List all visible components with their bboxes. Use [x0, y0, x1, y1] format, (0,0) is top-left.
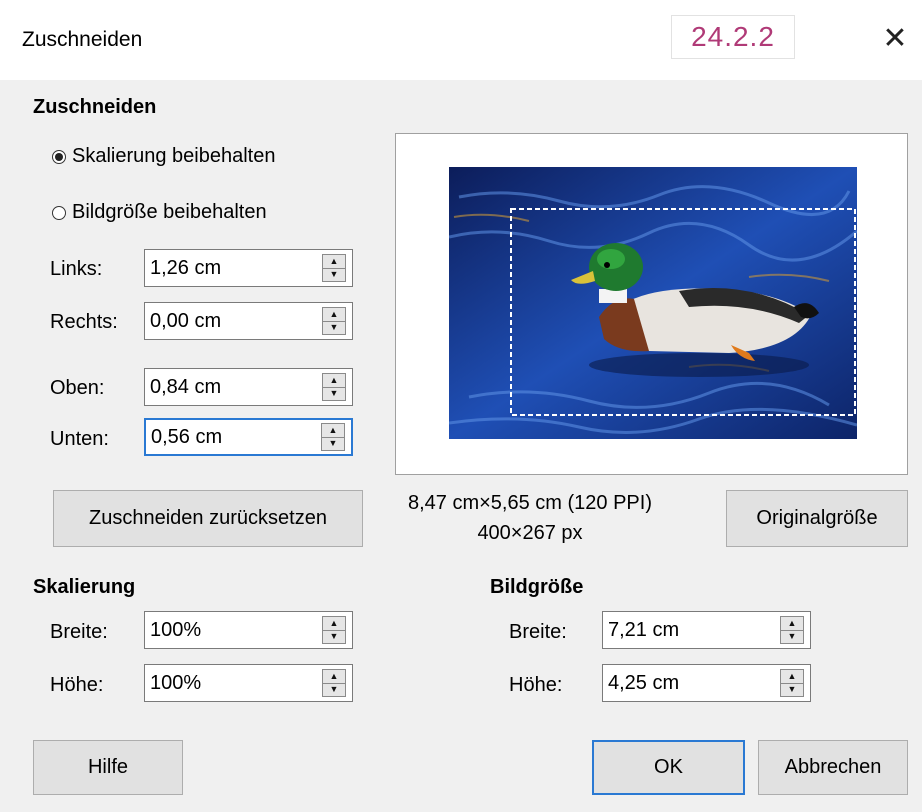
keep-size-radio[interactable]: Bildgröße beibehalten [52, 201, 267, 224]
spin-down-icon[interactable]: ▼ [323, 320, 345, 335]
scale-height-spin-arrows[interactable]: ▲ ▼ [322, 669, 346, 697]
image-dimensions: 8,47 cm×5,65 cm (120 PPI) [407, 492, 652, 514]
left-label: Links: [50, 258, 103, 280]
spin-up-icon[interactable]: ▲ [323, 308, 345, 321]
spin-up-icon[interactable]: ▲ [781, 617, 803, 630]
spin-up-icon[interactable]: ▲ [323, 374, 345, 387]
keep-size-label: Bildgröße beibehalten [72, 201, 267, 223]
top-spin-arrows[interactable]: ▲ ▼ [322, 373, 346, 401]
left-value: 1,26 cm [150, 256, 222, 279]
top-label: Oben: [50, 377, 105, 399]
size-height-label: Höhe: [509, 674, 563, 696]
spin-down-icon[interactable]: ▼ [781, 629, 803, 644]
scale-height-spinbox[interactable]: 100% ▲ ▼ [144, 664, 353, 702]
crop-heading: Zuschneiden [33, 96, 157, 118]
cancel-button[interactable]: Abbrechen [758, 740, 908, 795]
duck-photo [449, 167, 857, 439]
left-spin-arrows[interactable]: ▲ ▼ [322, 254, 346, 282]
spin-up-icon[interactable]: ▲ [323, 617, 345, 630]
scale-width-spinbox[interactable]: 100% ▲ ▼ [144, 611, 353, 649]
right-label: Rechts: [50, 311, 118, 333]
version-badge: 24.2.2 [671, 15, 795, 59]
size-width-spin-arrows[interactable]: ▲ ▼ [780, 616, 804, 644]
spin-down-icon[interactable]: ▼ [323, 386, 345, 401]
keep-scale-label: Skalierung beibehalten [72, 145, 276, 167]
keep-scale-radio[interactable]: Skalierung beibehalten [52, 145, 276, 168]
spin-down-icon[interactable]: ▼ [781, 682, 803, 697]
spin-up-icon[interactable]: ▲ [781, 670, 803, 683]
right-value: 0,00 cm [150, 309, 222, 332]
bottom-label: Unten: [50, 428, 109, 450]
spin-down-icon[interactable]: ▼ [323, 682, 345, 697]
radio-checked-icon [52, 149, 66, 164]
scale-width-label: Breite: [50, 621, 108, 643]
image-pixels: 400×267 px [477, 522, 583, 544]
size-width-label: Breite: [509, 621, 567, 643]
spin-down-icon[interactable]: ▼ [323, 267, 345, 282]
size-width-value: 7,21 cm [608, 618, 680, 641]
scale-height-label: Höhe: [50, 674, 104, 696]
scale-width-spin-arrows[interactable]: ▲ ▼ [322, 616, 346, 644]
size-height-spinbox[interactable]: 4,25 cm ▲ ▼ [602, 664, 811, 702]
window-title: Zuschneiden [22, 28, 143, 51]
reset-crop-button[interactable]: Zuschneiden zurücksetzen [53, 490, 363, 547]
title-bar: Zuschneiden 24.2.2 ✕ [0, 0, 922, 80]
help-button[interactable]: Hilfe [33, 740, 183, 795]
top-value: 0,84 cm [150, 375, 222, 398]
bottom-spinbox[interactable]: 0,56 cm ▲ ▼ [144, 418, 353, 456]
close-icon[interactable]: ✕ [868, 18, 922, 62]
image-size-heading: Bildgröße [490, 576, 584, 598]
original-size-button[interactable]: Originalgröße [726, 490, 908, 547]
image-preview [395, 133, 908, 475]
spin-up-icon[interactable]: ▲ [322, 424, 344, 437]
spin-up-icon[interactable]: ▲ [323, 670, 345, 683]
left-spinbox[interactable]: 1,26 cm ▲ ▼ [144, 249, 353, 287]
scale-height-value: 100% [150, 671, 202, 694]
top-spinbox[interactable]: 0,84 cm ▲ ▼ [144, 368, 353, 406]
right-spin-arrows[interactable]: ▲ ▼ [322, 307, 346, 335]
ok-button[interactable]: OK [592, 740, 745, 795]
scale-width-value: 100% [150, 618, 202, 641]
size-height-value: 4,25 cm [608, 671, 680, 694]
spin-down-icon[interactable]: ▼ [323, 629, 345, 644]
spin-up-icon[interactable]: ▲ [323, 255, 345, 268]
size-width-spinbox[interactable]: 7,21 cm ▲ ▼ [602, 611, 811, 649]
scale-heading: Skalierung [33, 576, 136, 598]
radio-unchecked-icon [52, 205, 66, 220]
bottom-spin-arrows[interactable]: ▲ ▼ [321, 423, 345, 451]
right-spinbox[interactable]: 0,00 cm ▲ ▼ [144, 302, 353, 340]
size-height-spin-arrows[interactable]: ▲ ▼ [780, 669, 804, 697]
spin-down-icon[interactable]: ▼ [322, 436, 344, 451]
bottom-value: 0,56 cm [151, 425, 223, 448]
